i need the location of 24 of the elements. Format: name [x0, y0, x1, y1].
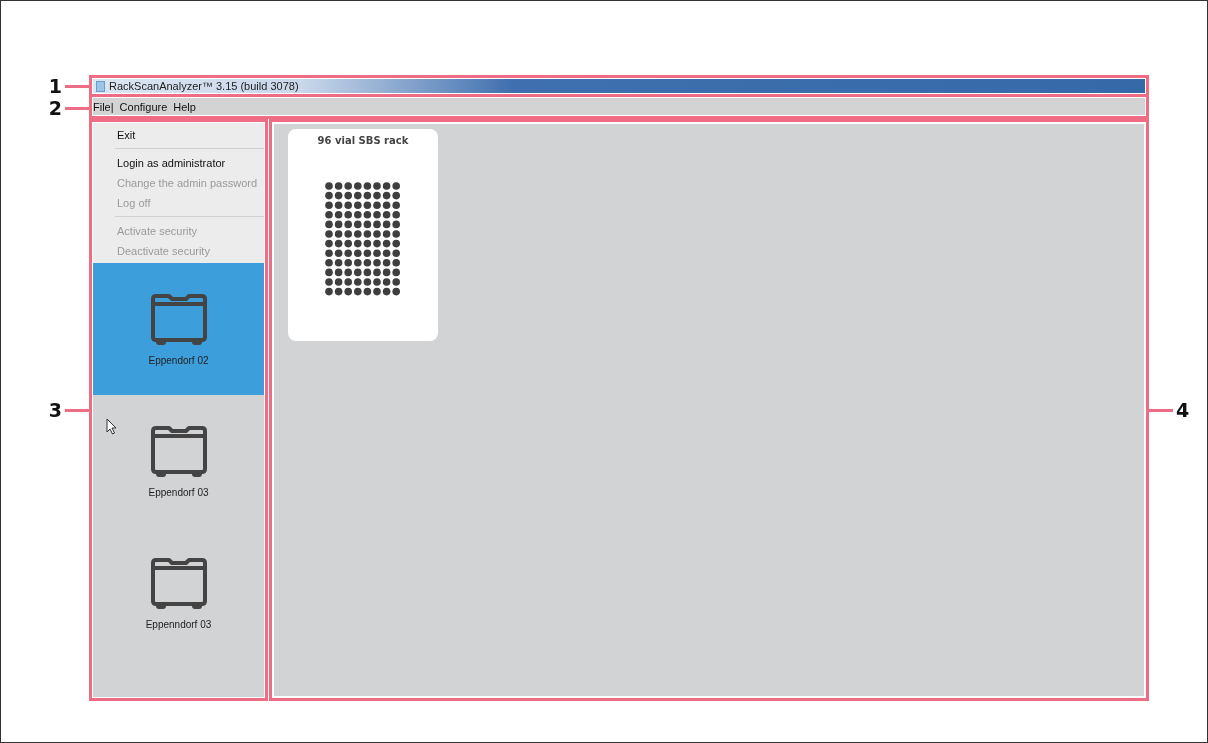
vial-grid-icon	[325, 182, 401, 296]
device-name: Eppendorf 02	[148, 354, 209, 366]
window-title: RackScanAnalyzer™ 3.15 (build 3078)	[109, 80, 299, 92]
menu-option[interactable]: Login as administrator	[93, 153, 264, 173]
rack-title: 96 vial SBS rack	[317, 135, 409, 146]
mouse-pointer-icon	[106, 418, 117, 435]
callout-number: 4	[1175, 399, 1191, 421]
callout-number: 2	[47, 97, 63, 119]
callout-number: 3	[47, 399, 63, 421]
menu-option[interactable]: Exit	[93, 125, 264, 145]
device-name: Eppendorf 03	[148, 486, 209, 498]
device-name: Eppenndorf 03	[145, 618, 212, 630]
menu-item[interactable]: Configure	[119, 100, 168, 113]
menu-item[interactable]: File|	[93, 100, 114, 113]
menu-item[interactable]: Help	[173, 100, 196, 113]
device-tile[interactable]: Eppendorf 03	[93, 395, 264, 527]
rack-card[interactable]: 96 vial SBS rack	[288, 129, 438, 341]
instrument-icon	[148, 556, 209, 611]
instrument-icon	[148, 292, 209, 347]
device-tile[interactable]: Eppendorf 02	[93, 263, 264, 395]
device-tile[interactable]: Eppenndorf 03	[93, 527, 264, 659]
app-icon	[96, 80, 105, 92]
callout-number: 1	[47, 75, 63, 97]
instrument-icon	[148, 424, 209, 479]
